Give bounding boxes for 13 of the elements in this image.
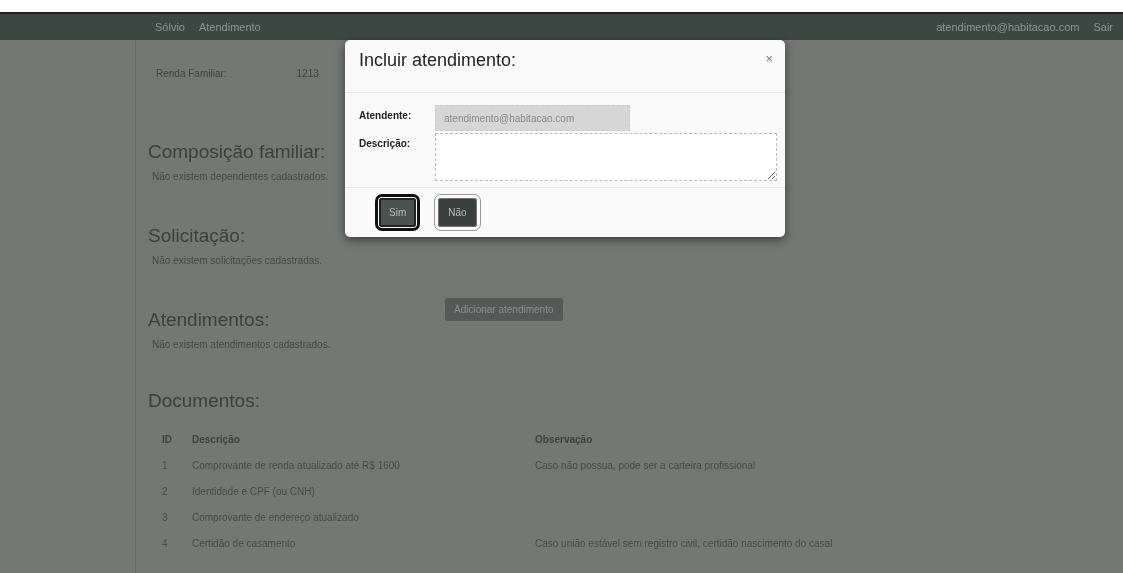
section-heading: Documentos:	[148, 390, 261, 412]
modal-title: Incluir atendimento:	[359, 50, 517, 72]
close-button[interactable]: ×	[765, 50, 773, 66]
user-email: atendimento@habitacao.com	[936, 21, 1080, 33]
field-label: Atendente:	[359, 109, 413, 121]
section-heading: Solicitação:	[148, 225, 246, 247]
brand-link[interactable]: Sólvio	[155, 21, 185, 33]
text-area[interactable]	[435, 133, 777, 181]
section-heading: Composição familiar:	[148, 141, 326, 163]
logout-link[interactable]: Sair	[1093, 21, 1113, 33]
field-label: Descrição:	[359, 137, 412, 149]
section-heading: Atendimentos:	[148, 309, 270, 331]
nav-link[interactable]: Atendimento	[198, 21, 261, 33]
